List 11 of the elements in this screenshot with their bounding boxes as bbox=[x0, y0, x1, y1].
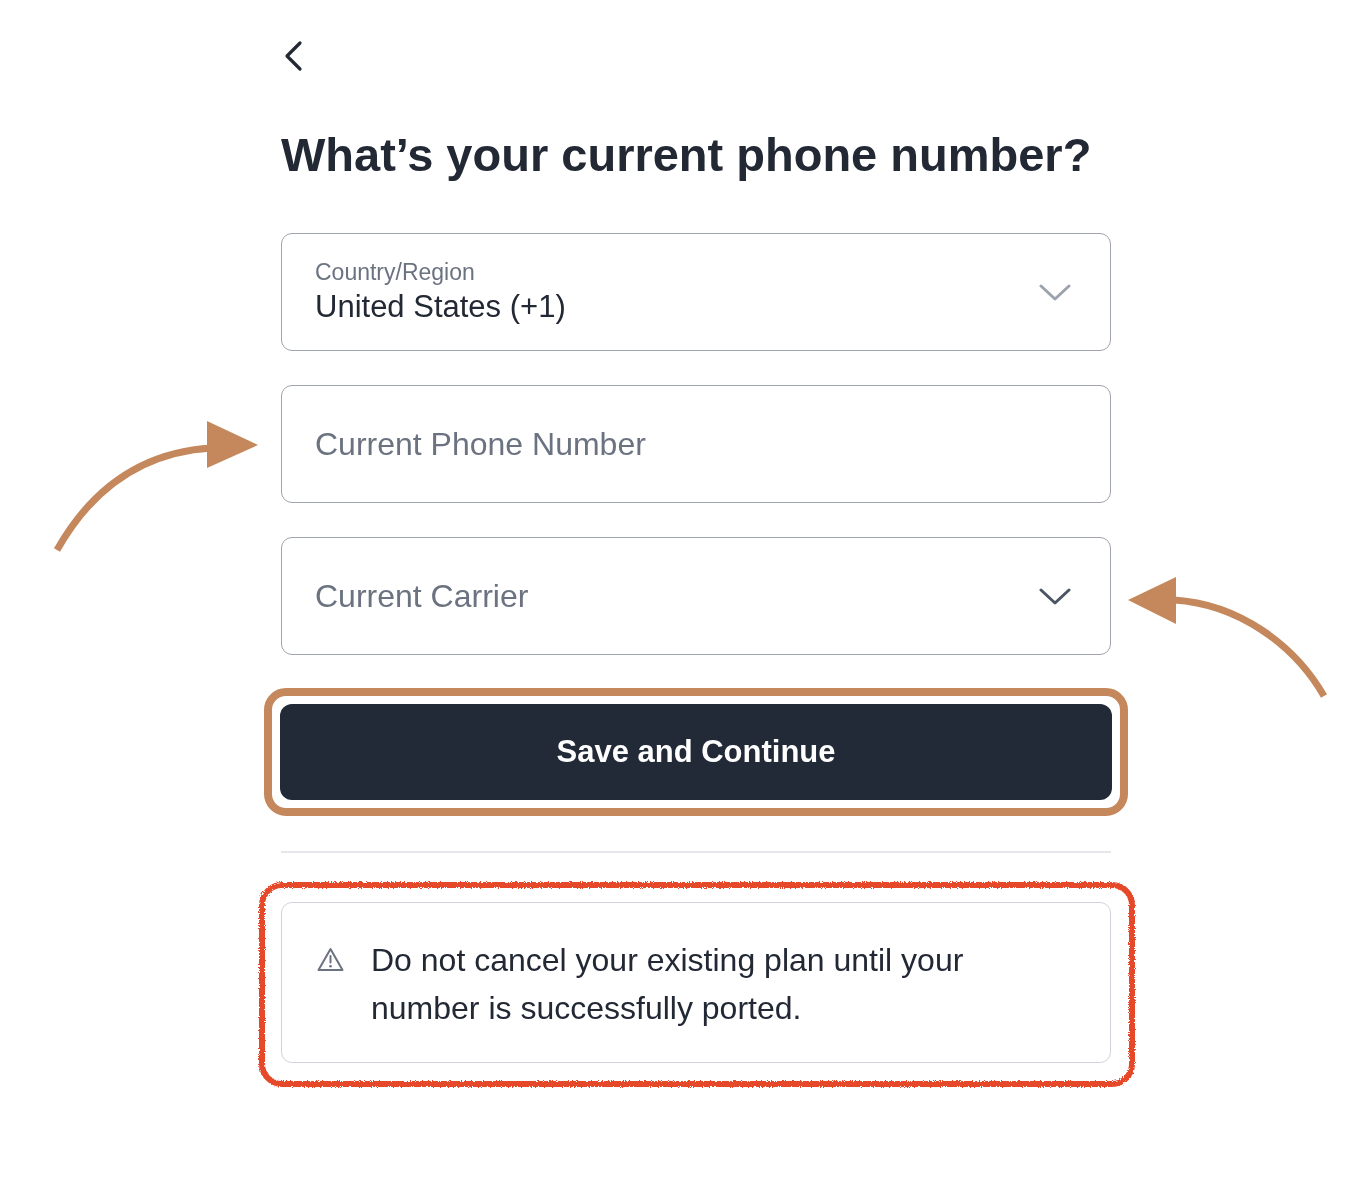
notice-text: Do not cancel your existing plan until your number is successfully ported. bbox=[371, 940, 965, 1028]
chevron-down-icon bbox=[1039, 587, 1071, 605]
input-field[interactable]: Current Phone Number bbox=[281, 385, 1111, 503]
selected-value: United States (+1) bbox=[315, 288, 566, 326]
select-field[interactable]: Current Carrier bbox=[281, 537, 1111, 655]
warning-icon bbox=[317, 946, 344, 972]
save-button[interactable]: Save and Continue bbox=[280, 704, 1112, 800]
field-label: Country/Region bbox=[315, 258, 475, 286]
page-heading: What’s your current phone number? bbox=[281, 127, 1092, 183]
select-field[interactable]: Country/Region United States (+1) bbox=[281, 233, 1111, 351]
chevron-down-icon bbox=[1039, 283, 1071, 301]
